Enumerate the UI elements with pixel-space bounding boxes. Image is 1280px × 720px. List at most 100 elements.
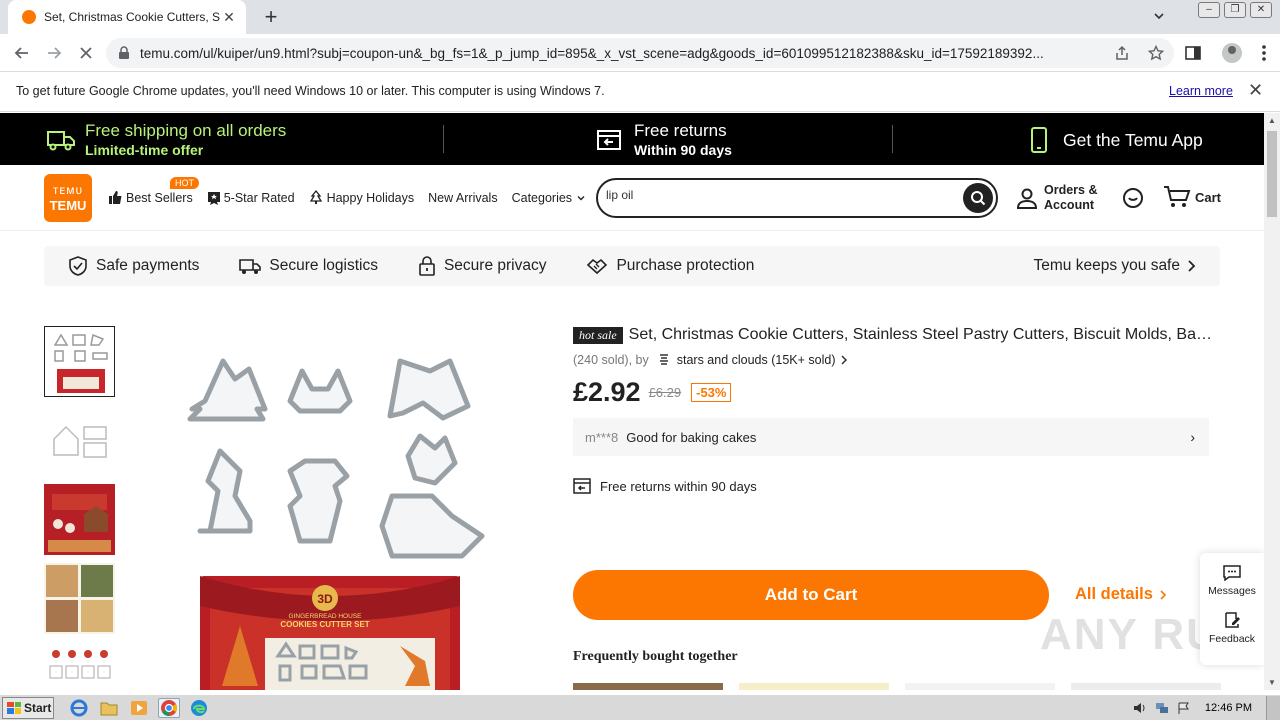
side-panel-icon[interactable]	[1184, 44, 1202, 62]
address-bar[interactable]: temu.com/ul/kuiper/un9.html?subj=coupon-…	[106, 38, 1174, 68]
thumbnail-image[interactable]	[44, 484, 115, 555]
volume-icon[interactable]	[1133, 702, 1147, 714]
keeps-safe-label: Temu keeps you safe	[1033, 257, 1180, 274]
lock-icon	[119, 46, 129, 59]
tab-close-icon[interactable]: ✕	[220, 9, 238, 26]
edge-icon[interactable]	[188, 698, 210, 718]
thumbnail-gallery	[44, 326, 116, 690]
thumbnail-image[interactable]	[44, 642, 115, 690]
page-scrollbar[interactable]: ▲ ▼	[1264, 113, 1280, 690]
main-product-image[interactable]: 3D GINGERBREAD HOUSE COOKIES CUTTER SET	[150, 326, 500, 690]
add-to-cart-button[interactable]: Add to Cart	[573, 570, 1049, 620]
browser-tab[interactable]: Set, Christmas Cookie Cutters, Stainless…	[8, 0, 246, 34]
flag-alert-icon[interactable]	[1177, 702, 1191, 714]
share-icon[interactable]	[1114, 45, 1130, 61]
cart-icon	[1164, 186, 1191, 207]
orders-label: Orders &	[1044, 183, 1098, 197]
main-nav: Best Sellers HOT 5-Star Rated Happy Holi…	[108, 177, 600, 205]
infobar-message: To get future Google Chrome updates, you…	[16, 84, 605, 98]
logo-glyphs: ᴛᴇᴍᴜ	[52, 183, 84, 197]
box-set-label: COOKIES CUTTER SET	[280, 620, 369, 629]
thumbnail-image[interactable]	[44, 405, 115, 476]
frequently-bought-list	[573, 683, 1221, 690]
user-icon	[1016, 188, 1038, 209]
minimize-button[interactable]: –	[1198, 2, 1220, 18]
messages-button[interactable]: Messages	[1200, 553, 1264, 609]
search-button[interactable]	[963, 183, 993, 213]
scroll-down-arrow-icon[interactable]: ▼	[1268, 678, 1276, 687]
purchase-protection: Purchase protection	[586, 257, 754, 275]
nav-categories[interactable]: Categories	[512, 191, 586, 205]
chrome-taskbar-icon[interactable]	[158, 697, 180, 718]
nav-new-arrivals[interactable]: New Arrivals	[428, 191, 497, 205]
tab-search-chevron-icon[interactable]	[1152, 9, 1166, 23]
original-price: £6.29	[648, 385, 682, 400]
purchase-protection-label: Purchase protection	[616, 257, 755, 274]
cart-button[interactable]: Cart	[1163, 185, 1221, 209]
start-button[interactable]: Start	[2, 696, 54, 719]
delivery-truck-icon	[239, 259, 262, 274]
free-shipping-promo[interactable]: Free shipping on all orders Limited-time…	[46, 121, 286, 158]
support-chat-icon[interactable]	[1121, 186, 1145, 210]
nav-happy-holidays[interactable]: Happy Holidays	[309, 190, 414, 205]
fbt-product-image[interactable]	[739, 683, 889, 690]
fbt-product-image[interactable]	[905, 683, 1055, 690]
chevron-down-icon	[577, 195, 585, 200]
thumbnail-image[interactable]	[44, 563, 115, 634]
bookmark-star-icon[interactable]	[1148, 45, 1164, 61]
nav-five-star[interactable]: 5-Star Rated	[207, 191, 295, 205]
file-explorer-icon[interactable]	[98, 698, 120, 718]
truck-icon	[47, 130, 75, 150]
chrome-menu-icon[interactable]	[1262, 45, 1266, 61]
close-window-button[interactable]: ✕	[1250, 2, 1272, 18]
scroll-up-arrow-icon[interactable]: ▲	[1268, 116, 1276, 125]
clock-time[interactable]: 12:46 PM	[1205, 702, 1252, 714]
review-snippet[interactable]: m***8 Good for baking cakes ›	[573, 418, 1209, 456]
box-3d-label: 3D	[317, 592, 333, 606]
get-app-promo[interactable]: Get the Temu App	[1028, 126, 1203, 154]
store-name-link[interactable]: stars and clouds (15K+ sold)	[677, 353, 836, 367]
infobar-close-icon[interactable]: ✕	[1248, 80, 1263, 101]
messages-label: Messages	[1208, 585, 1256, 597]
scrollbar-thumb[interactable]	[1267, 131, 1277, 217]
free-returns-promo[interactable]: Free returns Within 90 days	[596, 121, 732, 158]
orders-account-button[interactable]: Orders & Account	[1016, 183, 1098, 213]
phone-icon	[1031, 127, 1047, 153]
show-desktop-button[interactable]	[1266, 695, 1280, 720]
stop-loading-icon[interactable]	[76, 43, 96, 63]
hot-sale-badge: hot sale	[573, 326, 623, 344]
back-arrow-icon[interactable]	[12, 43, 32, 63]
fbt-product-image[interactable]	[573, 683, 723, 690]
network-icon[interactable]	[1155, 702, 1169, 714]
temu-favicon-icon	[22, 10, 36, 24]
ie-icon[interactable]	[68, 698, 90, 718]
padlock-icon	[419, 256, 435, 276]
system-tray: 12:46 PM	[1133, 695, 1280, 720]
chevron-right-icon: ›	[1190, 429, 1195, 445]
restore-button[interactable]: ❐	[1224, 2, 1246, 18]
window-controls: – ❐ ✕	[1198, 2, 1272, 18]
windows-flag-icon	[7, 701, 21, 714]
new-tab-button[interactable]: +	[258, 4, 284, 30]
feedback-button[interactable]: Feedback	[1200, 609, 1264, 665]
side-widget: Messages Feedback	[1200, 553, 1264, 665]
forward-arrow-icon[interactable]	[44, 43, 64, 63]
limited-time-text: Limited-time offer	[85, 142, 204, 158]
search-input[interactable]	[606, 188, 946, 202]
temu-keeps-you-safe-link[interactable]: Temu keeps you safe	[1034, 257, 1196, 275]
all-details-link[interactable]: All details	[1075, 585, 1167, 604]
thumbnail-image[interactable]	[44, 326, 115, 397]
browser-toolbar: temu.com/ul/kuiper/un9.html?subj=coupon-…	[0, 34, 1280, 72]
fbt-product-image[interactable]	[1071, 683, 1221, 690]
new-arrivals-label: New Arrivals	[428, 190, 498, 205]
browser-tab-strip: Set, Christmas Cookie Cutters, Stainless…	[0, 0, 1280, 34]
media-player-icon[interactable]	[128, 698, 150, 718]
best-sellers-label: Best Sellers	[126, 190, 193, 205]
nav-best-sellers[interactable]: Best Sellers HOT	[108, 177, 199, 205]
safety-bar[interactable]: Safe payments Secure logistics Secure pr…	[44, 246, 1220, 286]
learn-more-link[interactable]: Learn more	[1169, 84, 1233, 98]
free-returns-text: Free returns	[634, 121, 727, 140]
temu-logo[interactable]: ᴛᴇᴍᴜ TEMU	[44, 174, 92, 222]
profile-avatar-icon[interactable]	[1222, 43, 1242, 63]
safe-payments-label: Safe payments	[96, 257, 200, 274]
